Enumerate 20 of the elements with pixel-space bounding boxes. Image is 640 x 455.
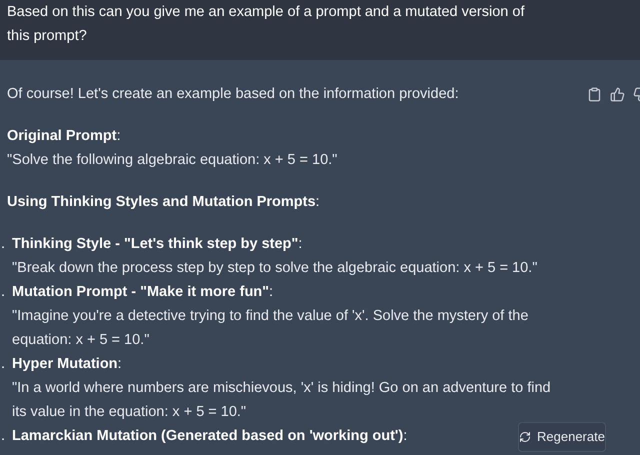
list-marker: .	[0, 355, 5, 374]
list-item-title: Thinking Style - "Let's think step by step":	[12, 235, 302, 254]
list-item-title: Hyper Mutation:	[12, 355, 122, 374]
refresh-icon	[519, 431, 532, 443]
section-text: "Solve the following algebraic equation: x + 5 = 10."	[7, 151, 338, 170]
list-marker: .	[0, 235, 5, 254]
section-heading: Using Thinking Styles and Mutation Prompts:	[7, 193, 321, 212]
assistant-intro: Of course! Let's create an example based on the information provided:	[7, 85, 459, 104]
list-item-title: Mutation Prompt - "Make it more fun":	[12, 283, 274, 302]
clipboard-icon[interactable]	[587, 86, 602, 102]
list-item-text: "Imagine you're a detective trying to find the value of 'x'. Solve the mystery of the equation: x + 5 = 10."	[12, 307, 530, 350]
list-marker: .	[0, 427, 5, 446]
list-item-text: "In a world where numbers are mischievous, 'x' is hiding! Go on an adventure to find its value in the equation: x + 5 = 10."	[12, 379, 552, 422]
regenerate-button[interactable]: Regenerate	[518, 422, 606, 452]
list-item-text: "Break down the process step by step to solve the algebraic equation: x + 5 = 10."	[12, 259, 538, 278]
list-marker: .	[0, 283, 5, 302]
thumbs-up-icon[interactable]	[610, 86, 625, 102]
list-item-title: Lamarckian Mutation (Generated based on 'working out'):	[12, 427, 408, 446]
section-heading: Original Prompt:	[7, 127, 122, 146]
user-message: Based on this can you give me an example of a prompt and a mutated version of this prompt?	[7, 3, 526, 46]
